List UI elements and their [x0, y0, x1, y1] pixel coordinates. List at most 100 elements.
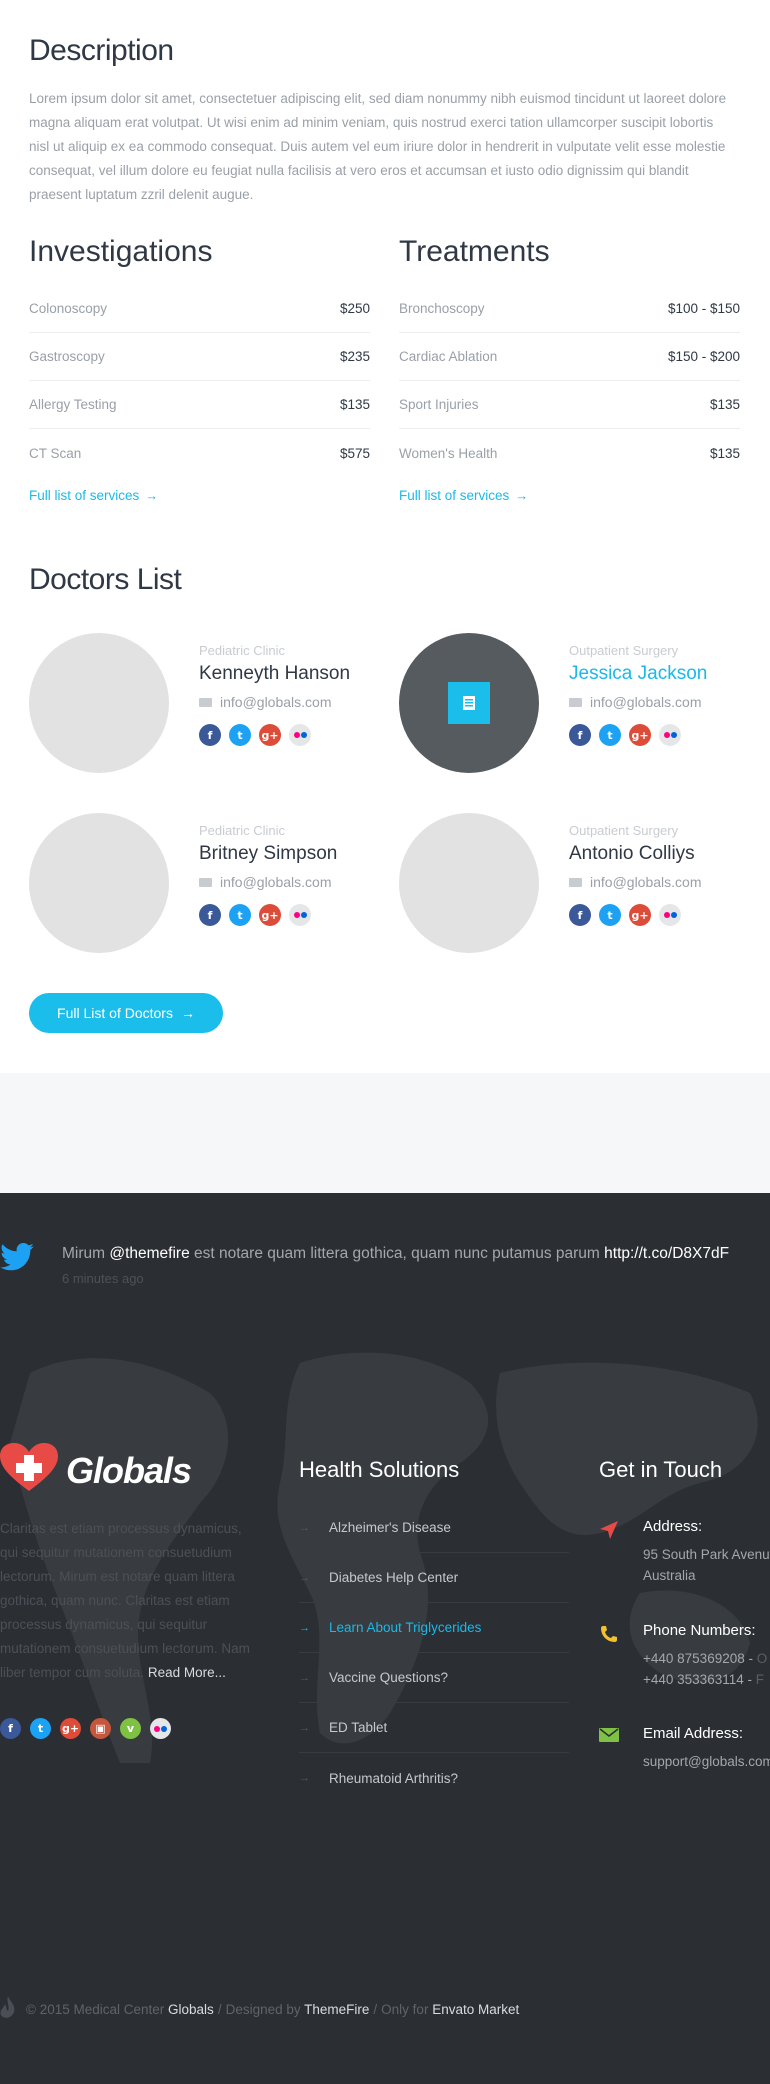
service-name: Bronchoscopy [399, 301, 485, 316]
tweet-url-link[interactable]: http://t.co/D8X7dF [604, 1245, 729, 1262]
treatment-row: Cardiac Ablation $150 - $200 [399, 333, 740, 381]
email-text: info@globals.com [220, 874, 332, 890]
google-plus-icon[interactable]: g+ [629, 724, 651, 746]
arrow-right-icon: → [145, 487, 159, 503]
facebook-icon[interactable]: f [569, 724, 591, 746]
doctor-name[interactable]: Britney Simpson [199, 843, 337, 865]
phone-number-suffix: F [755, 1672, 764, 1687]
doctor-photo[interactable] [399, 633, 539, 773]
investigations-section: Investigations Colonoscopy $250 Gastrosco… [29, 235, 370, 507]
health-link[interactable]: → Vaccine Questions? [299, 1653, 569, 1703]
facebook-icon[interactable]: f [0, 1718, 21, 1739]
facebook-icon[interactable]: f [569, 904, 591, 926]
copyright-text: © 2015 Medical Center Globals / Designed b… [26, 2002, 519, 2017]
email-text: info@globals.com [590, 874, 702, 890]
tweet-pre: Mirum [62, 1245, 110, 1262]
investigation-row: Gastroscopy $235 [29, 333, 370, 381]
only-for-text: Only for [381, 2002, 433, 2017]
address-line: Australia [643, 1568, 696, 1583]
phone-label: Phone Numbers: [643, 1622, 756, 1639]
health-link[interactable]: → Alzheimer's Disease [299, 1503, 569, 1553]
doctor-clinic: Pediatric Clinic [199, 643, 285, 658]
read-more-link[interactable]: Read More... [148, 1665, 226, 1680]
themefire-link[interactable]: ThemeFire [304, 2002, 369, 2017]
service-name: Women's Health [399, 445, 498, 461]
treatments-full-list-link[interactable]: Full list of services → [399, 483, 740, 507]
doctor-email[interactable]: info@globals.com [199, 874, 337, 890]
separator: / [217, 2002, 222, 2017]
arrow-right-icon: → [299, 1772, 310, 1784]
health-link[interactable]: → Diabetes Help Center [299, 1553, 569, 1603]
tweet-time: 6 minutes ago [62, 1271, 144, 1286]
location-arrow-icon [599, 1520, 619, 1545]
arrow-right-icon: → [299, 1621, 310, 1634]
get-in-touch-title: Get in Touch [599, 1457, 723, 1482]
doctor-email[interactable]: info@globals.com [199, 694, 350, 710]
copyright-brand-link[interactable]: Globals [168, 2002, 214, 2017]
doctor-card: Pediatric Clinic Britney Simpson info@gl… [29, 813, 370, 953]
flame-icon [0, 1996, 16, 2023]
service-name: Allergy Testing [29, 397, 117, 412]
envato-market-link[interactable]: Envato Market [432, 2002, 519, 2017]
tweet-mid: est notare quam littera gothica, quam nu… [189, 1245, 605, 1262]
twitter-icon[interactable]: t [229, 904, 251, 926]
arrow-right-icon: → [299, 1721, 310, 1734]
doctor-name[interactable]: Jessica Jackson [569, 663, 707, 685]
health-link[interactable]: → Rheumatoid Arthritis? [299, 1753, 569, 1803]
arrow-right-icon: → [299, 1671, 310, 1684]
twitter-icon[interactable]: t [30, 1718, 51, 1739]
doctor-name[interactable]: Kenneyth Hanson [199, 663, 350, 685]
flickr-icon[interactable] [150, 1718, 171, 1739]
doctor-email[interactable]: info@globals.com [569, 694, 707, 710]
health-link-label: Vaccine Questions? [329, 1670, 449, 1685]
arrow-right-icon: → [180, 1005, 195, 1021]
google-plus-icon[interactable]: g+ [60, 1718, 81, 1739]
email-link[interactable]: support@globals.com [643, 1751, 770, 1772]
copyright-bar: © 2015 Medical Center Globals / Designed b… [0, 1996, 519, 2023]
designed-by-text: Designed by [225, 2002, 305, 2017]
investigations-title: Investigations [29, 235, 213, 268]
flickr-icon[interactable] [289, 904, 311, 926]
service-price: $135 [339, 397, 370, 412]
treatment-row: Women's Health $135 [399, 429, 740, 477]
twitter-icon[interactable]: t [599, 724, 621, 746]
doctor-photo[interactable] [29, 813, 169, 953]
tweet-handle-link[interactable]: @themefire [109, 1245, 189, 1262]
email-text: info@globals.com [590, 694, 702, 710]
health-link-label: Learn About Triglycerides [329, 1620, 482, 1635]
service-name: Colonoscopy [29, 301, 108, 316]
treatments-section: Treatments Bronchoscopy $100 - $150 Cardi… [399, 235, 740, 507]
flickr-icon[interactable] [659, 904, 681, 926]
tweet-bar: Mirum @themefire est notare quam littera… [0, 1243, 770, 1293]
service-price: $135 [709, 397, 740, 412]
doctor-photo[interactable] [399, 813, 539, 953]
google-plus-icon[interactable]: g+ [259, 724, 281, 746]
mail-icon [199, 877, 212, 887]
facebook-icon[interactable]: f [199, 724, 221, 746]
doctor-card: Pediatric Clinic Kenneyth Hanson info@gl… [29, 633, 370, 773]
doctor-photo[interactable] [29, 633, 169, 773]
google-plus-icon[interactable]: g+ [259, 904, 281, 926]
instagram-icon[interactable]: ▣ [90, 1718, 111, 1739]
email-label: Email Address: [643, 1725, 744, 1742]
email-text: info@globals.com [220, 694, 332, 710]
vine-icon[interactable]: v [120, 1718, 141, 1739]
health-link[interactable]: → ED Tablet [299, 1703, 569, 1753]
full-list-of-doctors-button[interactable]: Full List of Doctors → [29, 993, 223, 1033]
facebook-icon[interactable]: f [199, 904, 221, 926]
footer-logo[interactable]: Globals [0, 1443, 192, 1498]
doctor-clinic: Outpatient Surgery [569, 643, 679, 658]
flickr-icon[interactable] [659, 724, 681, 746]
arrow-right-icon: → [299, 1571, 310, 1584]
doctor-email[interactable]: info@globals.com [569, 874, 702, 890]
twitter-icon[interactable]: t [229, 724, 251, 746]
flickr-icon[interactable] [289, 724, 311, 746]
google-plus-icon[interactable]: g+ [629, 904, 651, 926]
investigation-row: CT Scan $575 [29, 429, 370, 477]
link-label: Full list of services [399, 487, 510, 503]
doctors-list-title: Doctors List [29, 563, 182, 596]
doctor-name[interactable]: Antonio Colliys [569, 843, 702, 865]
investigations-full-list-link[interactable]: Full list of services → [29, 483, 370, 507]
twitter-icon[interactable]: t [599, 904, 621, 926]
health-link[interactable]: → Learn About Triglycerides [299, 1603, 569, 1653]
